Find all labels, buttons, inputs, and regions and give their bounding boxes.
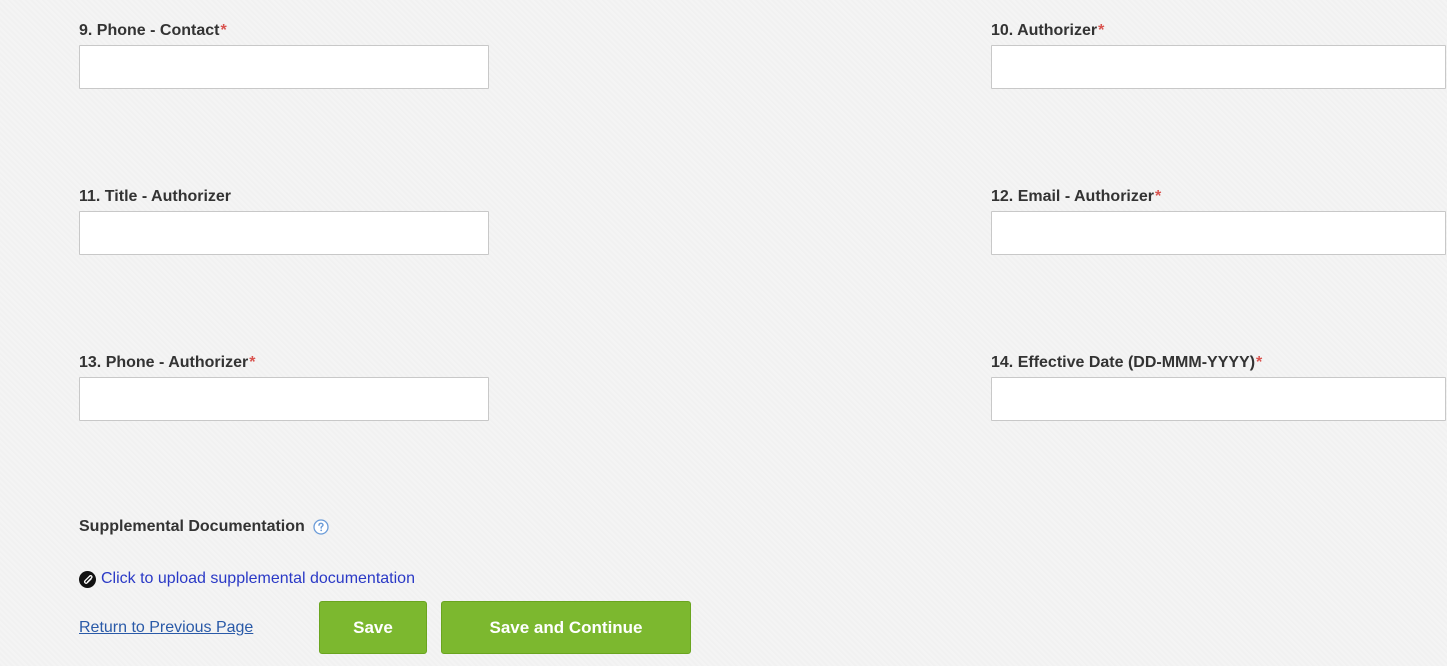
label-text: 14. Effective Date (DD-MMM-YYYY) bbox=[991, 354, 1256, 371]
label-text: 9. Phone - Contact bbox=[79, 22, 220, 39]
field-title-authorizer: 11. Title - Authorizer bbox=[79, 187, 489, 255]
save-and-continue-button[interactable]: Save and Continue bbox=[441, 601, 691, 654]
field-label-email-authorizer: 12. Email - Authorizer* bbox=[991, 187, 1446, 207]
required-asterisk: * bbox=[220, 22, 227, 39]
title-authorizer-input[interactable] bbox=[79, 211, 489, 255]
email-authorizer-input[interactable] bbox=[991, 211, 1446, 255]
field-authorizer: 10. Authorizer* bbox=[991, 21, 1446, 89]
label-text: 13. Phone - Authorizer bbox=[79, 354, 249, 371]
authorizer-input[interactable] bbox=[991, 45, 1446, 89]
field-label-phone-contact: 9. Phone - Contact* bbox=[79, 21, 489, 41]
label-text: 11. Title - Authorizer bbox=[79, 188, 232, 205]
supplemental-heading-text: Supplemental Documentation bbox=[79, 518, 305, 535]
label-text: 10. Authorizer bbox=[991, 22, 1098, 39]
required-asterisk: * bbox=[249, 354, 256, 371]
phone-contact-input[interactable] bbox=[79, 45, 489, 89]
question-circle-icon[interactable] bbox=[313, 519, 329, 535]
return-to-previous-page-link[interactable]: Return to Previous Page bbox=[79, 618, 253, 638]
field-label-effective-date: 14. Effective Date (DD-MMM-YYYY)* bbox=[991, 353, 1446, 373]
field-phone-authorizer: 13. Phone - Authorizer* bbox=[79, 353, 489, 421]
field-label-authorizer: 10. Authorizer* bbox=[991, 21, 1446, 41]
phone-authorizer-input[interactable] bbox=[79, 377, 489, 421]
save-button[interactable]: Save bbox=[319, 601, 427, 654]
field-phone-contact: 9. Phone - Contact* bbox=[79, 21, 489, 89]
supplemental-documentation-heading: Supplemental Documentation bbox=[79, 517, 329, 537]
field-effective-date: 14. Effective Date (DD-MMM-YYYY)* bbox=[991, 353, 1446, 421]
field-email-authorizer: 12. Email - Authorizer* bbox=[991, 187, 1446, 255]
required-asterisk: * bbox=[1098, 22, 1105, 39]
upload-link-text[interactable]: Click to upload supplemental documentati… bbox=[101, 570, 415, 588]
required-asterisk: * bbox=[1256, 354, 1263, 371]
paperclip-icon bbox=[79, 570, 96, 588]
field-label-phone-authorizer: 13. Phone - Authorizer* bbox=[79, 353, 489, 373]
required-asterisk: * bbox=[1155, 188, 1162, 205]
field-label-title-authorizer: 11. Title - Authorizer bbox=[79, 187, 489, 207]
label-text: 12. Email - Authorizer bbox=[991, 188, 1154, 205]
effective-date-input[interactable] bbox=[991, 377, 1446, 421]
upload-supplemental-link[interactable]: Click to upload supplemental documentati… bbox=[79, 570, 415, 588]
